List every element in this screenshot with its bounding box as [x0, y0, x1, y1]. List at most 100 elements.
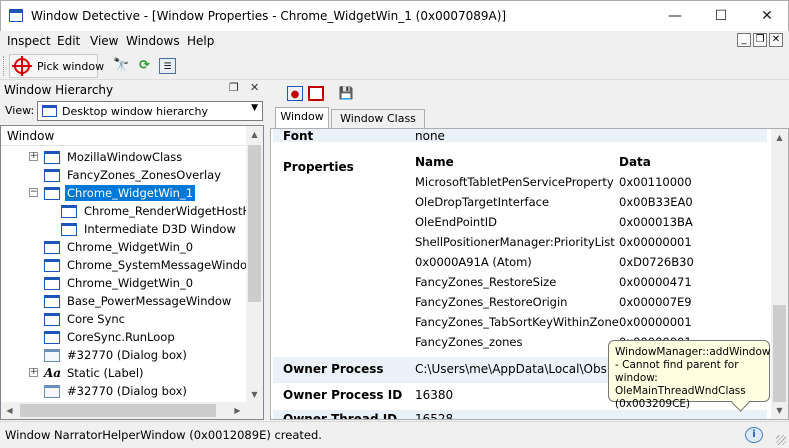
- owner-thread-label: Owner Thread ID: [283, 412, 398, 420]
- properties-toolbar: ● 💾: [270, 80, 789, 106]
- close-pane-icon[interactable]: ✕: [250, 81, 259, 94]
- error-tooltip: WindowManager::addWindow - Cannot find p…: [608, 340, 770, 410]
- menu-edit[interactable]: Edit: [57, 34, 80, 48]
- menu-inspect[interactable]: Inspect: [7, 34, 51, 48]
- window-icon: [61, 223, 77, 236]
- main-toolbar: Pick window 🔭 ⟳ ☰: [0, 52, 789, 80]
- property-data: 0x00000001: [619, 235, 692, 249]
- chevron-down-icon: ▼: [251, 103, 258, 113]
- tree-column-header[interactable]: Window: [1, 126, 246, 146]
- property-name: FancyZones_RestoreOrigin: [415, 295, 568, 309]
- title-bar: Window Detective - [Window Properties - …: [0, 0, 789, 31]
- view-select[interactable]: Desktop window hierarchy ▼: [37, 101, 263, 121]
- owner-pid-value: 16380: [415, 388, 454, 402]
- property-data: 0x000007E9: [619, 295, 692, 309]
- close-button[interactable]: ✕: [744, 1, 789, 32]
- tree-node-label: #32770 (Dialog box): [67, 348, 187, 362]
- property-name: 0x0000A91A (Atom): [415, 255, 532, 269]
- view-select-value: Desktop window hierarchy: [62, 105, 208, 118]
- menu-view[interactable]: View: [90, 34, 118, 48]
- property-data: 0x00000001: [619, 315, 692, 329]
- window-icon: [44, 169, 60, 182]
- mdi-restore-button[interactable]: ❐: [753, 33, 767, 47]
- scroll-down-arrow-icon[interactable]: ▼: [771, 402, 788, 419]
- window-icon: [44, 241, 60, 254]
- window-icon: [44, 277, 60, 290]
- window-hierarchy-pane: Window Hierarchy ❐ ✕ View: Desktop windo…: [0, 80, 267, 420]
- window-title: Window Detective - [Window Properties - …: [31, 9, 507, 23]
- tab-window[interactable]: Window: [275, 107, 329, 129]
- scroll-corner: [246, 402, 263, 419]
- menu-bar: Inspect Edit View Windows Help _ ❐ ✕: [0, 31, 789, 51]
- tree-node-label: MozillaWindowClass: [67, 150, 183, 164]
- view-label: View:: [5, 104, 35, 117]
- scroll-right-arrow-icon[interactable]: ▶: [229, 402, 246, 419]
- minimize-button[interactable]: —: [652, 1, 698, 32]
- property-name: FancyZones_TabSortKeyWithinZone: [415, 315, 619, 329]
- property-data: 0x00B33EA0: [619, 195, 693, 209]
- property-data: 0x00000471: [619, 275, 692, 289]
- info-icon[interactable]: i: [745, 427, 763, 443]
- tree-node-label: Intermediate D3D Window: [84, 222, 236, 236]
- property-name: MicrosoftTabletPenServiceProperty: [415, 175, 614, 189]
- window-tree[interactable]: Window + MozillaWindowClass FancyZones_Zon…: [0, 125, 264, 420]
- tree-node-label: CoreSync.RunLoop: [67, 330, 175, 344]
- scroll-up-arrow-icon[interactable]: ▲: [246, 126, 263, 143]
- dialog-icon: [44, 385, 60, 398]
- tab-window-class[interactable]: Window Class: [331, 109, 425, 129]
- scroll-up-arrow-icon[interactable]: ▲: [771, 129, 788, 146]
- collapse-icon[interactable]: −: [29, 188, 38, 197]
- highlight-window-icon[interactable]: ●: [287, 86, 303, 101]
- save-icon[interactable]: 💾: [338, 86, 354, 101]
- hierarchy-pane-title: Window Hierarchy: [4, 83, 114, 97]
- scroll-left-arrow-icon[interactable]: ◀: [1, 402, 18, 419]
- tab-strip: Window Window Class: [270, 107, 789, 129]
- mdi-controls: _ ❐ ✕: [737, 33, 783, 47]
- pick-window-label: Pick window: [37, 60, 105, 73]
- menu-help[interactable]: Help: [187, 34, 214, 48]
- maximize-button[interactable]: ☐: [698, 1, 744, 32]
- tree-node-label: FancyZones_ZonesOverlay: [67, 168, 222, 182]
- mdi-close-button[interactable]: ✕: [769, 33, 783, 47]
- font-row: [273, 129, 767, 142]
- window-icon: [44, 313, 60, 326]
- expand-icon[interactable]: +: [29, 152, 38, 161]
- window-icon: [61, 205, 77, 218]
- scroll-thumb[interactable]: [248, 145, 261, 302]
- tree-node-label: Chrome_SystemMessageWindow: [67, 258, 257, 272]
- properties-icon[interactable]: ☰: [159, 58, 176, 74]
- scroll-thumb[interactable]: [773, 305, 786, 402]
- binoculars-icon[interactable]: 🔭: [113, 58, 130, 74]
- toolbar-grip[interactable]: [3, 56, 6, 76]
- window-icon: [42, 105, 57, 117]
- property-name: FancyZones_RestoreSize: [415, 275, 557, 289]
- tree-node-label: #32770 (Dialog box): [67, 384, 187, 398]
- owner-pid-label: Owner Process ID: [283, 388, 403, 402]
- mdi-minimize-button[interactable]: _: [737, 33, 751, 47]
- crosshair-icon: [12, 56, 32, 76]
- property-name: OleDropTargetInterface: [415, 195, 550, 209]
- tree-node-label: Chrome_WidgetWin_0: [67, 240, 194, 254]
- properties-label: Properties: [283, 160, 354, 174]
- menu-windows[interactable]: Windows: [126, 34, 180, 48]
- properties-vertical-scrollbar[interactable]: ▲ ▼: [771, 129, 788, 419]
- dialog-icon: [44, 349, 60, 362]
- tree-vertical-scrollbar[interactable]: ▲ ▼: [246, 126, 263, 403]
- scroll-down-arrow-icon[interactable]: ▼: [246, 386, 263, 403]
- property-data: 0x00110000: [619, 175, 692, 189]
- float-pane-icon[interactable]: ❐: [229, 81, 239, 94]
- tree-horizontal-scrollbar[interactable]: ◀ ▶: [1, 402, 246, 419]
- tree-column-label: Window: [7, 129, 55, 143]
- pick-window-button[interactable]: Pick window: [9, 54, 104, 78]
- tree-node-label: Chrome_WidgetWin_0: [67, 276, 194, 290]
- status-bar: Window NarratorHelperWindow (0x0012089E)…: [0, 421, 789, 448]
- properties-name-header: Name: [415, 155, 454, 169]
- window-icon: [44, 187, 60, 200]
- resize-grip-icon[interactable]: [776, 435, 786, 445]
- status-text: Window NarratorHelperWindow (0x0012089E)…: [5, 428, 322, 442]
- refresh-icon[interactable]: ⟳: [136, 58, 153, 74]
- tree-node-label: Static (Label): [67, 366, 144, 380]
- hscroll-thumb[interactable]: [20, 404, 216, 417]
- flash-window-icon[interactable]: [308, 86, 324, 101]
- expand-icon[interactable]: +: [29, 368, 38, 377]
